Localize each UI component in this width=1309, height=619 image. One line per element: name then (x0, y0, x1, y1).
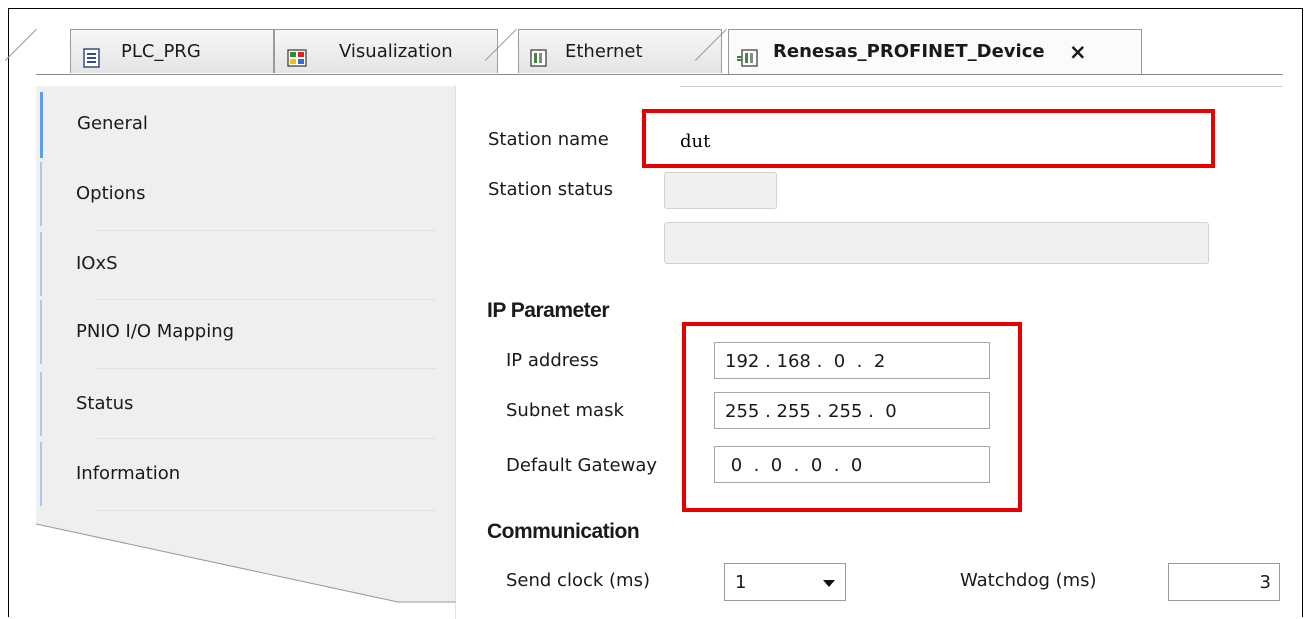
tab-plc-prg[interactable]: PLC_PRG (70, 29, 274, 73)
tab-renesas-profinet-device[interactable]: Renesas_PROFINET_Device × (728, 29, 1142, 74)
send-clock-value: 1 (735, 572, 747, 593)
default-gateway-field[interactable]: 0 . 0 . 0 . 0 (714, 446, 990, 483)
sidebar-item-label: Status (76, 393, 134, 414)
watchdog-field[interactable]: 3 (1168, 563, 1280, 601)
default-gateway-label: Default Gateway (506, 455, 658, 476)
editor-tab-bar: PLC_PRG Visualization Ethernet Renesas_P… (4, 29, 1283, 75)
station-status-text-field (664, 222, 1209, 264)
tab-label: Ethernet (565, 41, 643, 62)
ip-address-label: IP address (506, 350, 599, 371)
subnet-mask-field[interactable]: 255 . 255 . 255 . 0 (714, 392, 990, 429)
settings-sidebar: General Options IOxS PNIO I/O Mapping St… (36, 86, 456, 619)
send-clock-label: Send clock (ms) (506, 570, 650, 591)
close-tab-icon[interactable]: × (1069, 30, 1087, 74)
sidebar-item-ioxs[interactable]: IOxS (40, 232, 400, 296)
tab-label: Visualization (339, 41, 453, 62)
sidebar-item-information[interactable]: Information (40, 442, 400, 506)
watchdog-label: Watchdog (ms) (960, 570, 1097, 591)
tab-ethernet[interactable]: Ethernet (518, 29, 722, 73)
device-icon (529, 41, 547, 67)
profinet-device-icon (737, 41, 758, 67)
station-status-field (664, 172, 777, 209)
visualization-icon (287, 41, 307, 67)
communication-heading: Communication (487, 520, 640, 543)
sidebar-item-label: PNIO I/O Mapping (76, 321, 235, 342)
sidebar-item-label: Information (76, 463, 181, 484)
tab-visualization[interactable]: Visualization (274, 29, 498, 73)
sidebar-item-status[interactable]: Status (40, 372, 400, 436)
subnet-mask-label: Subnet mask (506, 400, 624, 421)
station-name-label: Station name (488, 129, 609, 150)
chevron-down-icon (823, 580, 835, 587)
sidebar-item-pnio-io-mapping[interactable]: PNIO I/O Mapping (40, 300, 400, 364)
sidebar-divider (96, 230, 436, 231)
ip-parameter-heading: IP Parameter (487, 299, 610, 322)
sidebar-item-label: General (77, 113, 148, 134)
document-icon (83, 41, 101, 68)
tab-label: Renesas_PROFINET_Device (773, 41, 1045, 62)
sidebar-divider (96, 438, 436, 439)
send-clock-select[interactable]: 1 (724, 563, 846, 601)
sidebar-item-general[interactable]: General (40, 92, 400, 158)
ip-address-field[interactable]: 192 . 168 . 0 . 2 (714, 342, 990, 379)
station-name-input[interactable] (644, 116, 1207, 161)
sidebar-divider (96, 510, 436, 511)
content-top-border (680, 86, 1282, 87)
station-status-label: Station status (488, 179, 614, 200)
sidebar-item-label: Options (76, 183, 146, 204)
tab-label: PLC_PRG (121, 41, 201, 62)
sidebar-item-label: IOxS (76, 253, 118, 274)
sidebar-divider (96, 368, 436, 369)
sidebar-item-options[interactable]: Options (40, 162, 400, 226)
